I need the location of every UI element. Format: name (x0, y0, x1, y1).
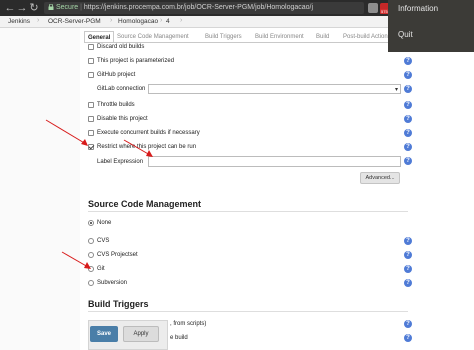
help-icon[interactable]: ? (404, 129, 412, 137)
trigger-option-label: , from scripts) (170, 321, 207, 327)
url-text: https://jenkins.procempa.com.br/job/OCR-… (83, 4, 314, 11)
github-project-checkbox[interactable] (88, 72, 94, 78)
annotation-arrow-icon (123, 139, 153, 157)
breadcrumb-build[interactable]: 4 (166, 18, 170, 25)
help-icon[interactable]: ? (404, 237, 412, 245)
help-icon[interactable]: ? (404, 279, 412, 287)
bookmark-star-icon[interactable] (368, 3, 378, 13)
throttle-builds-checkbox[interactable] (88, 102, 94, 108)
section-divider (88, 311, 408, 312)
parameterized-label: This project is parameterized (97, 58, 175, 64)
breadcrumb-branch[interactable]: Homologacao (118, 18, 158, 25)
breadcrumb-separator: › (160, 17, 163, 24)
scm-option-label: CVS Projectset (97, 252, 138, 258)
help-icon[interactable]: ? (404, 71, 412, 79)
help-icon[interactable]: ? (404, 320, 412, 328)
breadcrumb-job[interactable]: OCR-Server-PGM (48, 18, 101, 25)
help-icon[interactable]: ? (404, 85, 412, 93)
menu-item-quit[interactable]: Quit (398, 30, 413, 39)
throttle-builds-label: Throttle builds (97, 102, 135, 108)
label-expression-input[interactable] (148, 156, 401, 167)
help-icon[interactable]: ? (404, 57, 412, 65)
breadcrumb-separator: › (37, 17, 40, 24)
side-panel (0, 28, 80, 350)
disable-project-label: Disable this project (97, 116, 148, 122)
annotation-arrow-icon (61, 251, 91, 269)
reload-icon[interactable]: ↻ (28, 2, 40, 14)
scm-radio-none[interactable] (88, 220, 94, 226)
help-icon[interactable]: ? (404, 101, 412, 109)
help-icon[interactable]: ? (404, 143, 412, 151)
gitlab-connection-label: GitLab connection (97, 86, 146, 92)
help-icon[interactable]: ? (404, 334, 412, 342)
build-triggers-section-title: Build Triggers (88, 299, 149, 309)
breadcrumb-separator: › (110, 17, 113, 24)
advanced-button[interactable]: Advanced... (360, 172, 400, 184)
apply-button[interactable]: Apply (123, 326, 159, 342)
menu-item-information[interactable]: Information (398, 4, 438, 13)
forward-icon[interactable]: → (16, 2, 28, 14)
help-icon[interactable]: ? (404, 115, 412, 123)
scm-option-label: CVS (97, 238, 110, 244)
save-button[interactable]: Save (90, 326, 118, 342)
scm-option-label: None (97, 220, 112, 226)
context-menu: Information Quit (388, 0, 474, 52)
secure-label: Secure (56, 4, 79, 11)
lock-icon (48, 4, 54, 10)
github-project-label: GitHub project (97, 72, 136, 78)
help-icon[interactable]: ? (404, 265, 412, 273)
breadcrumb-separator: › (180, 17, 183, 24)
section-divider (88, 211, 408, 212)
chevron-down-icon: ▾ (394, 87, 398, 93)
trigger-option-label: e build (170, 335, 188, 341)
scm-option-label: Subversion (97, 280, 128, 286)
scm-option-label: Git (97, 266, 105, 272)
help-icon[interactable]: ? (404, 251, 412, 259)
annotation-arrow-icon (45, 119, 88, 146)
parameterized-checkbox[interactable] (88, 58, 94, 64)
scm-radio-cvs[interactable] (88, 238, 94, 244)
back-icon[interactable]: ← (4, 2, 16, 14)
discard-old-builds-label: Discard old builds (97, 44, 145, 50)
scm-radio-subversion[interactable] (88, 280, 94, 286)
discard-old-builds-checkbox[interactable] (88, 44, 94, 50)
help-icon[interactable]: ? (404, 157, 412, 165)
breadcrumb-jenkins[interactable]: Jenkins (8, 18, 30, 25)
concurrent-builds-label: Execute concurrent builds if necessary (97, 130, 200, 136)
gitlab-connection-select[interactable]: ▾ (148, 84, 401, 94)
scm-section-title: Source Code Management (88, 199, 202, 209)
url-field[interactable]: Secure | https://jenkins.procempa.com.br… (44, 2, 364, 14)
